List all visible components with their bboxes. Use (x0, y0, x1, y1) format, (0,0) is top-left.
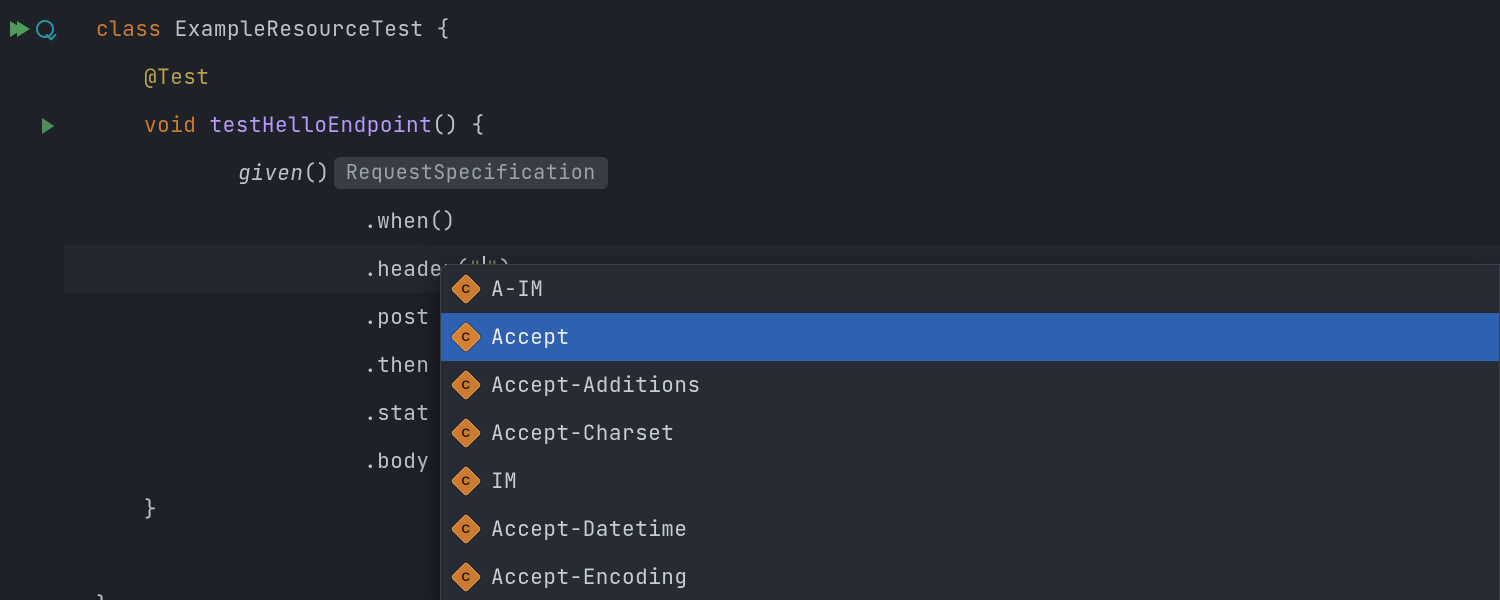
chain-stat: .stat (364, 400, 430, 427)
constant-icon (450, 417, 481, 448)
completion-item[interactable]: Accept-Charset (441, 409, 1499, 457)
completion-item[interactable]: Accept-Encoding (441, 553, 1499, 600)
constant-icon (450, 465, 481, 496)
target-down-icon[interactable] (36, 20, 54, 38)
chain-then: .then (364, 352, 430, 379)
completion-item[interactable]: A-IM (441, 265, 1499, 313)
annotation-test: @Test (144, 64, 210, 91)
editor-gutter (0, 0, 64, 600)
brace-close: } (96, 592, 109, 600)
completion-label: Accept-Additions (491, 372, 701, 399)
call-given: given (238, 160, 304, 187)
class-name: ExampleResourceTest (175, 16, 424, 43)
brace: { (424, 16, 450, 43)
keyword-class: class (96, 16, 162, 43)
completion-label: Accept-Charset (491, 420, 674, 447)
code-line[interactable]: .when() (64, 197, 1500, 245)
completion-label: A-IM (491, 276, 543, 303)
completion-label: IM (491, 468, 517, 495)
constant-icon (450, 513, 481, 544)
chain-when: .when() (364, 208, 456, 235)
brace-close: } (144, 496, 157, 523)
code-editor[interactable]: class ExampleResourceTest { @Test void t… (0, 0, 1500, 600)
constant-icon (450, 321, 481, 352)
completion-item[interactable]: Accept-Datetime (441, 505, 1499, 553)
constant-icon (450, 369, 481, 400)
parens-brace: () { (432, 112, 484, 139)
run-all-icon[interactable] (10, 21, 30, 37)
code-line[interactable]: class ExampleResourceTest { (64, 5, 1500, 53)
run-icon[interactable] (40, 118, 54, 132)
completion-label: Accept-Datetime (491, 516, 688, 543)
code-line[interactable]: given()RequestSpecification (64, 149, 1500, 197)
keyword-void: void (144, 112, 196, 139)
completion-label: Accept-Encoding (491, 564, 688, 591)
completion-item[interactable]: Accept-Additions (441, 361, 1499, 409)
code-line[interactable]: @Test (64, 53, 1500, 101)
completion-item-selected[interactable]: Accept (441, 313, 1499, 361)
completion-label: Accept (491, 324, 570, 351)
completion-item[interactable]: IM (441, 457, 1499, 505)
constant-icon (450, 273, 481, 304)
constant-icon (450, 561, 481, 592)
parens: () (304, 160, 330, 187)
inlay-hint: RequestSpecification (334, 157, 608, 189)
completion-popup[interactable]: A-IM Accept Accept-Additions Accept-Char… (440, 264, 1500, 600)
code-line[interactable]: void testHelloEndpoint() { (64, 101, 1500, 149)
chain-post: .post (364, 304, 430, 331)
method-name: testHelloEndpoint (210, 112, 433, 139)
chain-body: .body (364, 448, 430, 475)
